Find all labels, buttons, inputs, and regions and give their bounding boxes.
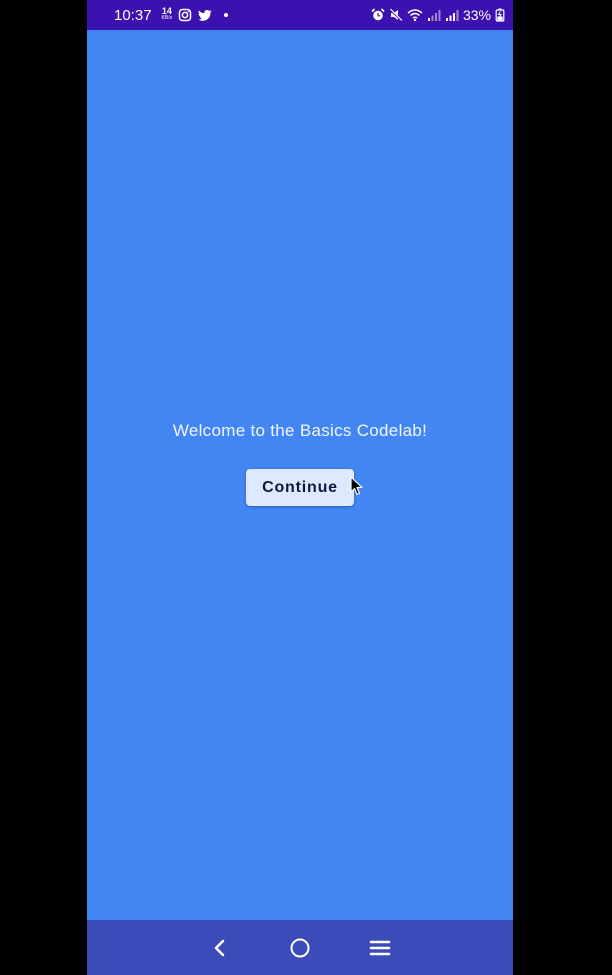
twitter-icon [198, 10, 212, 21]
net-speed-unit: KB/s [161, 15, 173, 21]
alarm-icon [371, 8, 385, 21]
back-icon[interactable] [208, 936, 232, 960]
status-bar: 10:37 14 KB/s 33% [87, 0, 513, 30]
mute-icon [389, 8, 403, 22]
battery-percent: 33% [462, 7, 491, 23]
notification-dot-icon [224, 13, 229, 17]
recents-icon[interactable] [368, 936, 392, 960]
net-speed-indicator: 14 KB/s [161, 6, 173, 22]
wifi-icon [407, 9, 423, 22]
net-speed-value: 14 [161, 6, 172, 16]
signal-icon [427, 10, 441, 21]
app-screen: 10:37 14 KB/s 33% Welcome to the Basics … [87, 0, 513, 975]
instagram-icon [178, 8, 192, 22]
battery-icon [495, 8, 505, 22]
status-time: 10:37 [114, 6, 152, 24]
welcome-text: Welcome to the Basics Codelab! [172, 421, 428, 440]
signal-icon [445, 10, 459, 21]
home-icon[interactable] [288, 936, 312, 960]
mouse-cursor-icon [350, 476, 363, 496]
continue-button[interactable]: Continue [246, 469, 354, 506]
navigation-bar [87, 920, 513, 975]
